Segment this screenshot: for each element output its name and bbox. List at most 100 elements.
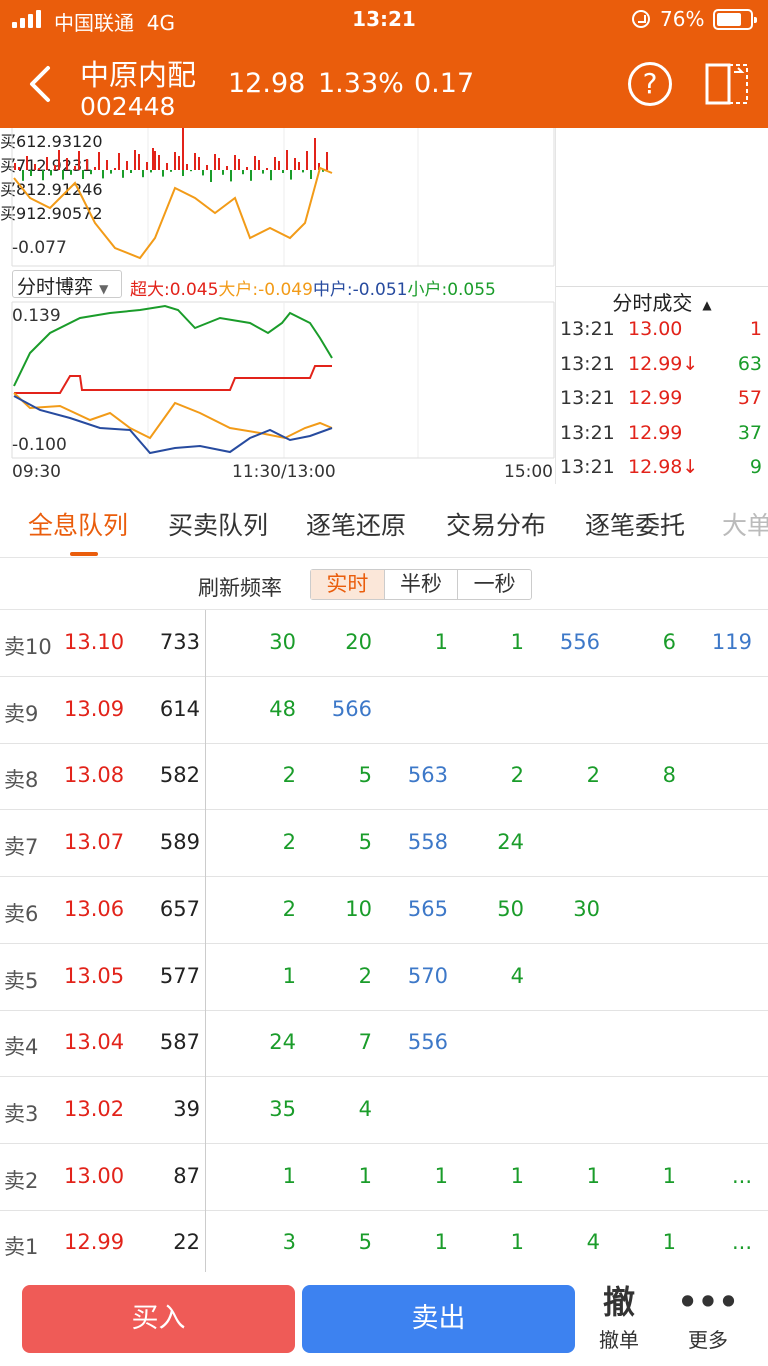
- volume-bar: [262, 170, 264, 174]
- legend-item: 大户:-0.049: [218, 280, 313, 300]
- cancel-order-button[interactable]: 撤 撤单: [584, 1280, 654, 1353]
- tab-item[interactable]: 大单: [722, 506, 768, 542]
- stock-change-pct: 1.33%: [318, 68, 404, 99]
- queue-order: 1: [282, 963, 296, 988]
- queue-volume: 657: [159, 896, 200, 921]
- queue-row: 卖5 13.05 577 1 2 570 4: [0, 944, 768, 1011]
- queue-label: 卖7: [4, 835, 39, 860]
- help-icon[interactable]: ?: [628, 62, 672, 106]
- volume-bar: [22, 170, 24, 181]
- bottom-bar: 买入 卖出 撤 撤单 ••• 更多: [0, 1272, 768, 1366]
- tick-time: 13:21: [560, 352, 615, 375]
- queue-order: 7: [358, 1030, 372, 1055]
- time-end: 15:00: [504, 462, 553, 482]
- queue-order: 566: [331, 696, 372, 721]
- tab-item[interactable]: 逐笔还原: [306, 506, 406, 542]
- tick-time: 13:21: [560, 318, 615, 340]
- volume-bar: [218, 158, 220, 170]
- clock: 13:21: [352, 7, 416, 31]
- volume-bar: [102, 170, 104, 179]
- volume-bar: [314, 138, 316, 170]
- queue-row: 卖6 13.06 657 2 10 565 50 30: [0, 877, 768, 944]
- volume-bar: [90, 170, 92, 175]
- refresh-option[interactable]: 一秒: [457, 570, 531, 599]
- more-label: 更多: [688, 1328, 728, 1352]
- tick-volume: 37: [737, 421, 762, 444]
- tab-indicator: [70, 552, 98, 556]
- volume-bar: [152, 148, 154, 170]
- queue-label: 卖10: [4, 635, 52, 659]
- refresh-rate-bar: 刷新频率 实时 半秒 一秒: [0, 558, 768, 610]
- refresh-option[interactable]: 半秒: [383, 570, 458, 599]
- volume-bar: [310, 170, 312, 179]
- volume-bar: [66, 158, 68, 170]
- queue-order: 2: [282, 830, 296, 855]
- refresh-option[interactable]: 实时: [311, 570, 384, 599]
- volume-bar: [286, 150, 288, 170]
- sell-button[interactable]: 卖出: [302, 1285, 575, 1353]
- tab-item[interactable]: 买卖队列: [168, 506, 268, 542]
- dropdown-icon: ▼: [99, 282, 109, 296]
- volume-bar: [242, 170, 244, 175]
- landscape-switch-icon[interactable]: [704, 62, 750, 106]
- intraday-charts[interactable]: [0, 128, 556, 484]
- tick-row: 13:21 12.99↓ 63: [556, 349, 768, 383]
- top-chart-min: -0.077: [12, 238, 67, 258]
- tab-item[interactable]: 全息队列: [28, 506, 128, 542]
- volume-bar: [82, 170, 84, 179]
- volume-bar: [274, 157, 276, 170]
- volume-bar: [30, 170, 32, 176]
- buy-button[interactable]: 买入: [22, 1285, 295, 1353]
- tick-row: 13:21 13.00 1: [556, 314, 768, 348]
- volume-bar: [114, 168, 116, 170]
- queue-order: 556: [559, 630, 600, 654]
- queue-order: 565: [407, 896, 448, 921]
- queue-label: 卖5: [4, 968, 39, 993]
- tab-item[interactable]: 逐笔委托: [585, 506, 685, 542]
- queue-order: 6: [662, 630, 676, 654]
- queue-order: 30: [269, 630, 296, 654]
- tab-item[interactable]: 交易分布: [446, 506, 546, 542]
- volume-bar: [98, 152, 100, 170]
- queue-order: 48: [269, 696, 296, 721]
- legend-item: 超大:0.045: [130, 280, 219, 300]
- volume-bar: [198, 157, 200, 170]
- queue-order: 2: [586, 763, 600, 788]
- queue-order: 5: [358, 763, 372, 788]
- queue-order: ...: [731, 1163, 752, 1188]
- cancel-label: 撤单: [599, 1328, 639, 1352]
- volume-bar: [326, 152, 328, 170]
- queue-order: 2: [282, 763, 296, 788]
- tick-time: 13:21: [560, 387, 615, 409]
- volume-bar: [106, 160, 108, 170]
- queue-order: 5: [358, 830, 372, 855]
- queue-order: 556: [407, 1030, 448, 1055]
- tick-price: 13.00: [628, 318, 683, 340]
- queue-volume: 589: [159, 830, 200, 855]
- tick-price: 12.99↓: [628, 352, 699, 375]
- queue-price: 13.04: [64, 1030, 125, 1055]
- stock-header: 中原内配 002448 12.98 1.33% 0.17 ?: [0, 40, 768, 128]
- queue-order: 558: [407, 830, 448, 855]
- refresh-label: 刷新频率: [198, 576, 282, 600]
- game-min: -0.100: [12, 435, 67, 455]
- game-selector[interactable]: 分时博弈 ▼: [12, 270, 122, 298]
- back-icon[interactable]: [24, 62, 58, 106]
- volume-bar: [222, 170, 224, 175]
- queue-order: 1: [510, 1163, 524, 1188]
- queue-order: 4: [358, 1096, 372, 1121]
- stock-name: 中原内配: [80, 58, 197, 92]
- volume-bar: [170, 170, 172, 172]
- volume-bar: [182, 170, 184, 176]
- queue-order: 4: [510, 963, 524, 988]
- volume-bar: [306, 151, 308, 170]
- more-button[interactable]: ••• 更多: [673, 1280, 743, 1353]
- volume-bar: [270, 170, 272, 181]
- queue-order: 24: [497, 830, 524, 855]
- queue-order: 1: [434, 630, 448, 654]
- queue-order: 1: [434, 1230, 448, 1255]
- volume-bar: [74, 166, 76, 170]
- volume-bar: [18, 167, 20, 170]
- queue-divider: [205, 610, 206, 1272]
- volume-bar: [150, 170, 152, 173]
